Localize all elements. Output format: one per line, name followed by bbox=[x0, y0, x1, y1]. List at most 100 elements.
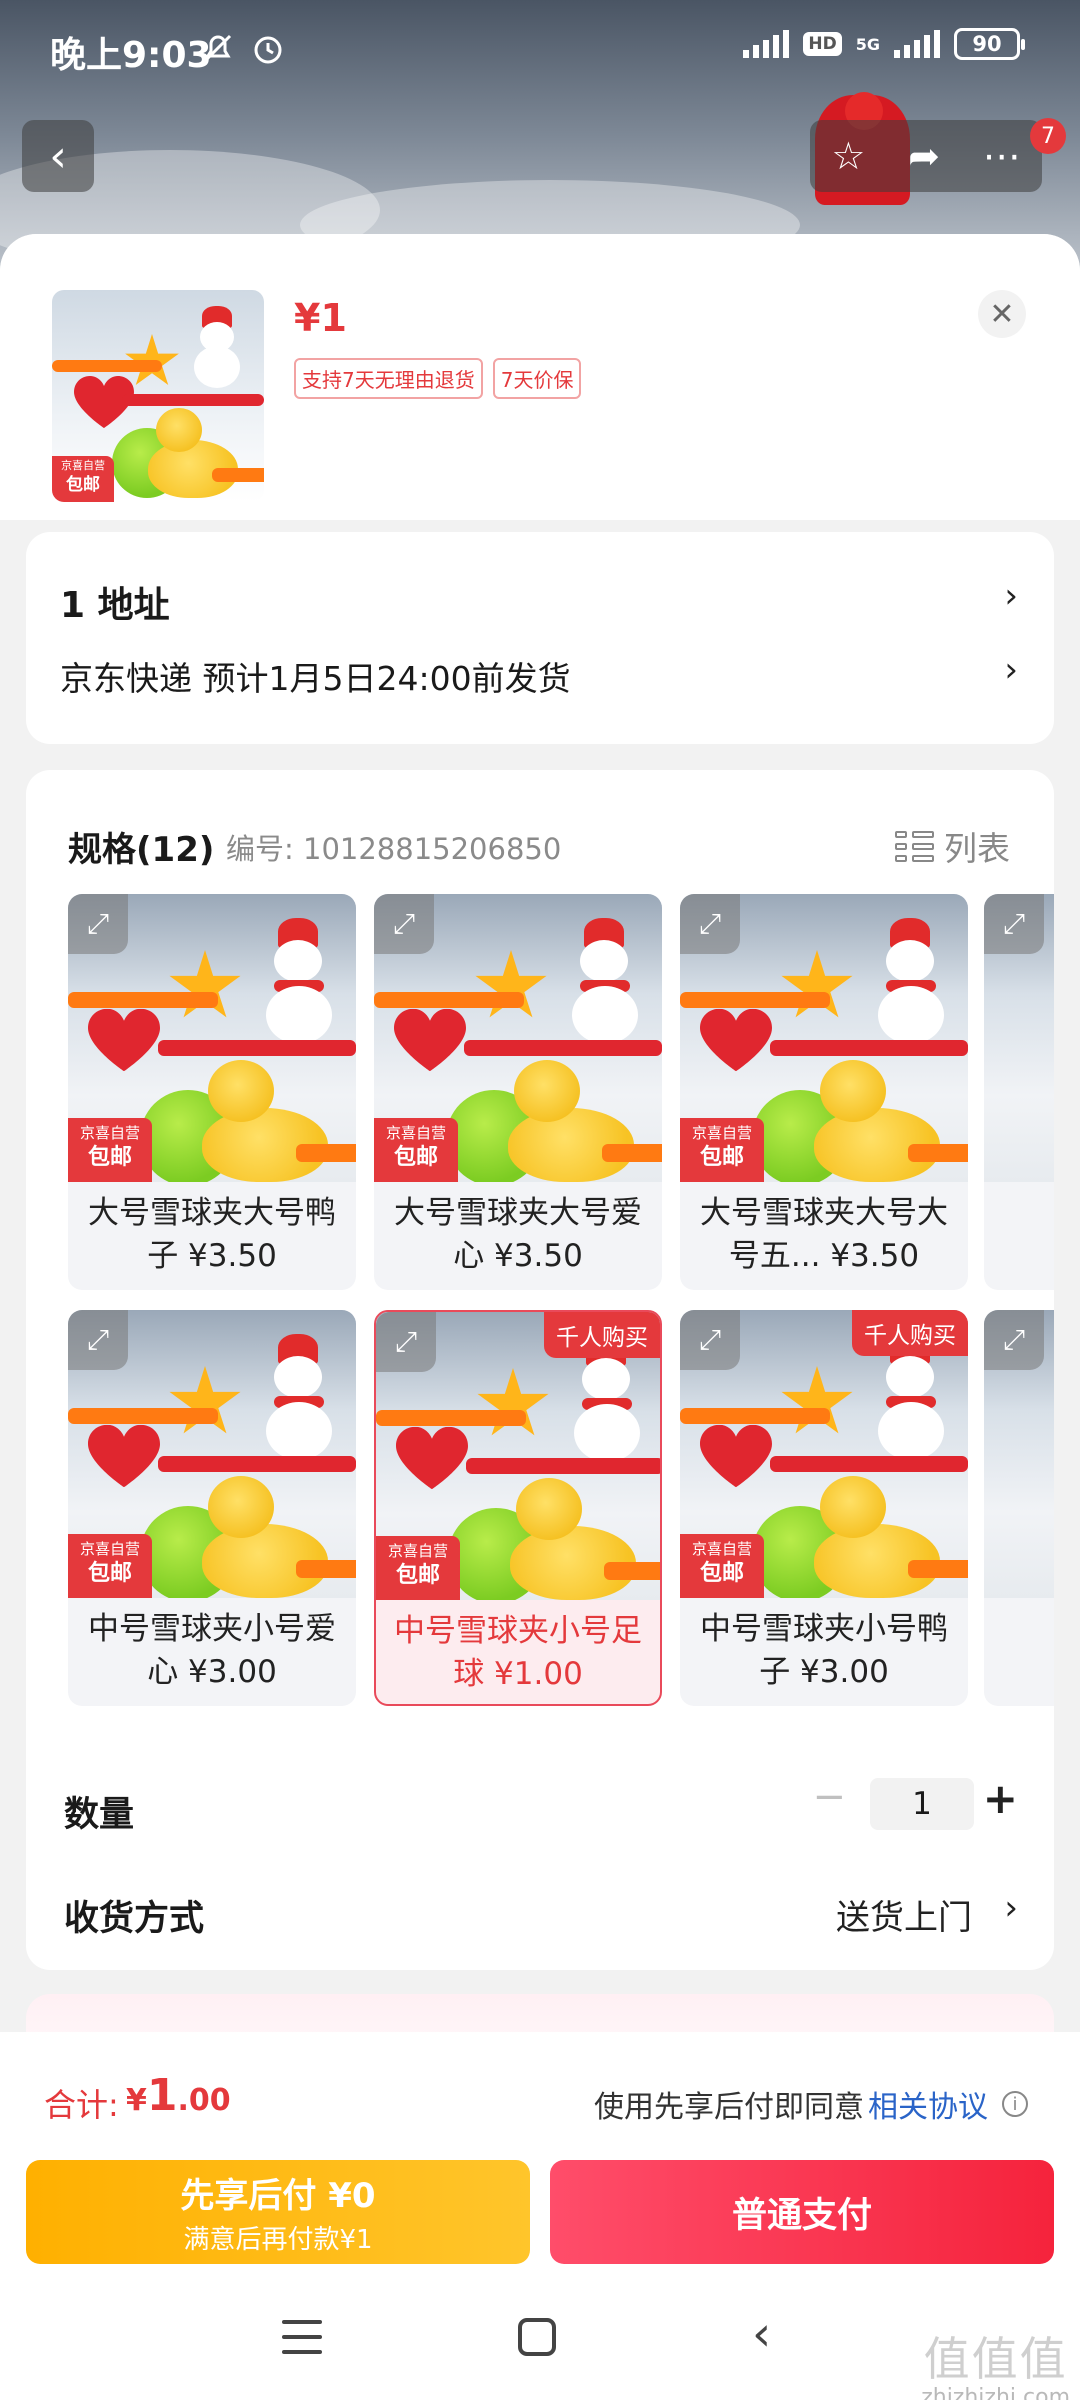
spec-option[interactable]: ⤢ 京喜自营 包邮 大号雪球夹大号爱心 ¥3.50 bbox=[374, 894, 662, 1290]
duck-head-shape bbox=[208, 1060, 274, 1122]
snowman-head-shape bbox=[580, 940, 628, 982]
list-icon bbox=[895, 830, 934, 862]
red-clip-shape bbox=[466, 1458, 660, 1474]
quantity-increment-button[interactable]: + bbox=[983, 1774, 1018, 1823]
spec-code: 编号: 10128815206850 bbox=[226, 832, 562, 866]
product-price: ¥1 bbox=[294, 296, 347, 340]
shipping-estimate: 京东快递 预计1月5日24:00前发货 bbox=[60, 659, 571, 698]
snowman-body-shape bbox=[878, 1402, 944, 1460]
orange-clip-shape bbox=[296, 1144, 356, 1162]
network-type: 5G bbox=[855, 34, 880, 54]
home-icon[interactable] bbox=[518, 2318, 556, 2356]
badge-top-text: 京喜自营 bbox=[387, 1542, 448, 1560]
expand-icon: ⤢ bbox=[984, 894, 1044, 954]
duck-head-shape bbox=[516, 1478, 582, 1540]
badge-bottom-text: 包邮 bbox=[395, 1563, 440, 1588]
pay-later-subtitle: 满意后再付款¥1 bbox=[183, 2225, 373, 2255]
orange-clip-shape bbox=[908, 1144, 968, 1162]
expand-icon[interactable]: ⤢ bbox=[680, 894, 740, 954]
badge-top-text: 京喜自营 bbox=[79, 1124, 140, 1142]
expand-icon[interactable]: ⤢ bbox=[68, 1310, 128, 1370]
total-decimal: .00 bbox=[177, 2083, 231, 2118]
duck-head-shape bbox=[514, 1060, 580, 1122]
status-icons bbox=[200, 30, 286, 66]
red-clip-shape bbox=[158, 1040, 356, 1056]
spec-option-label: 中号雪球夹小号足球 ¥1.00 bbox=[394, 1613, 642, 1692]
badge-bottom-text: 包邮 bbox=[393, 1145, 438, 1170]
spec-option-label: 中号雪球夹小号爱心 ¥3.00 bbox=[88, 1611, 336, 1690]
spec-option[interactable]: ⤢ 京喜自营 包邮 大号雪球夹大号鸭子 ¥3.50 bbox=[68, 894, 356, 1290]
spec-option[interactable]: 千人购买 ⤢ 京喜自营 包邮 中号雪球夹小号鸭子 ¥3.00 bbox=[680, 1310, 968, 1706]
orange-clip-shape bbox=[68, 992, 218, 1008]
pay-later-title: 先享后付 ¥0 bbox=[180, 2176, 376, 2216]
jd-badge: 京喜自营 包邮 bbox=[376, 1536, 460, 1600]
orange-clip-shape bbox=[296, 1560, 356, 1578]
signal-icon bbox=[743, 30, 790, 58]
heart-shape bbox=[700, 1009, 772, 1071]
jd-badge: 京喜自营 包邮 bbox=[68, 1118, 152, 1182]
badge-bottom-text: 包邮 bbox=[87, 1561, 132, 1586]
red-clip-shape bbox=[122, 394, 264, 406]
address-title: 1 地址 bbox=[60, 585, 170, 626]
spec-option-partial[interactable]: ⤢ bbox=[984, 1310, 1054, 1706]
watermark-url: zhizhizhi.com bbox=[921, 2385, 1070, 2400]
more-icon[interactable]: ⋯ bbox=[983, 134, 1021, 178]
close-button[interactable]: ✕ bbox=[978, 290, 1026, 338]
expand-icon[interactable]: ⤢ bbox=[374, 894, 434, 954]
product-tags: 支持7天无理由退货 7天价保 bbox=[294, 358, 582, 399]
watermark-logo: 值值值 bbox=[923, 2332, 1068, 2386]
expand-icon: ⤢ bbox=[984, 1310, 1044, 1370]
jd-badge: 京喜自营 包邮 bbox=[680, 1118, 764, 1182]
expand-icon[interactable]: ⤢ bbox=[68, 894, 128, 954]
info-icon[interactable]: i bbox=[1002, 2091, 1028, 2117]
pay-later-button[interactable]: 先享后付 ¥0 满意后再付款¥1 bbox=[26, 2160, 530, 2264]
duck-head-shape bbox=[820, 1476, 886, 1538]
snowman-head-shape bbox=[274, 1356, 322, 1398]
expand-icon[interactable]: ⤢ bbox=[680, 1310, 740, 1370]
orange-clip-shape bbox=[602, 1144, 662, 1162]
heart-shape bbox=[88, 1425, 160, 1487]
star-shape bbox=[475, 950, 547, 1018]
quantity-decrement-button[interactable]: − bbox=[812, 1774, 846, 1820]
spec-title: 规格(12) bbox=[68, 830, 215, 870]
agreement-link[interactable]: 相关协议 bbox=[868, 2082, 988, 2126]
nav-back-icon[interactable]: ‹ bbox=[752, 2306, 771, 2362]
jd-badge: 京喜自营 包邮 bbox=[680, 1534, 764, 1598]
star-shape bbox=[169, 1366, 241, 1434]
expand-icon[interactable]: ⤢ bbox=[376, 1312, 436, 1372]
spec-option-partial[interactable]: ⤢ bbox=[984, 894, 1054, 1290]
recent-apps-icon[interactable] bbox=[282, 2320, 322, 2354]
red-clip-shape bbox=[770, 1456, 968, 1472]
quantity-input[interactable]: 1 bbox=[870, 1778, 974, 1830]
spec-card: 规格(12) 编号: 10128815206850 列表 ⤢ 京喜自营 包邮 大… bbox=[26, 770, 1054, 1970]
snowman-body-shape bbox=[574, 1404, 640, 1462]
red-clip-shape bbox=[158, 1456, 356, 1472]
snowman-body-shape bbox=[266, 1402, 332, 1460]
duck-head-shape bbox=[208, 1476, 274, 1538]
spec-option-selected[interactable]: 千人购买 ⤢ 京喜自营 包邮 中号雪球夹小号足球 ¥1.00 bbox=[374, 1310, 662, 1706]
red-clip-shape bbox=[464, 1040, 662, 1056]
tag-return-policy: 支持7天无理由退货 bbox=[294, 358, 483, 399]
list-label: 列表 bbox=[944, 829, 1010, 868]
snowman-head-shape bbox=[582, 1358, 630, 1400]
address-card[interactable]: 1 地址 › 京东快递 预计1月5日24:00前发货 › bbox=[26, 532, 1054, 744]
jd-badge: 京喜自营 包邮 bbox=[68, 1534, 152, 1598]
product-thumbnail[interactable]: 京喜自营 包邮 bbox=[52, 290, 264, 502]
star-icon[interactable]: ☆ bbox=[831, 134, 865, 178]
snowman-body-shape bbox=[878, 986, 944, 1044]
spec-option[interactable]: ⤢ 京喜自营 包邮 中号雪球夹小号爱心 ¥3.00 bbox=[68, 1310, 356, 1706]
normal-pay-button[interactable]: 普通支付 bbox=[550, 2160, 1054, 2264]
back-button[interactable]: ‹ bbox=[22, 120, 94, 192]
spec-option[interactable]: ⤢ 京喜自营 包邮 大号雪球夹大号大号五... ¥3.50 bbox=[680, 894, 968, 1290]
hot-badge: 千人购买 bbox=[852, 1310, 968, 1356]
agreement-prefix: 使用先享后付即同意 bbox=[594, 2090, 864, 2125]
share-icon[interactable]: ➦ bbox=[908, 134, 940, 178]
delivery-value[interactable]: 送货上门 bbox=[836, 1890, 972, 1939]
badge-bottom-text: 包邮 bbox=[699, 1145, 744, 1170]
close-icon: ✕ bbox=[989, 296, 1015, 332]
orange-clip-shape bbox=[374, 992, 524, 1008]
list-view-toggle[interactable]: 列表 bbox=[895, 822, 1010, 870]
orange-clip-shape bbox=[604, 1562, 660, 1580]
snowman-body-shape bbox=[572, 986, 638, 1044]
system-nav-bar: ‹ 值值值 zhizhizhi.com bbox=[0, 2292, 1080, 2400]
